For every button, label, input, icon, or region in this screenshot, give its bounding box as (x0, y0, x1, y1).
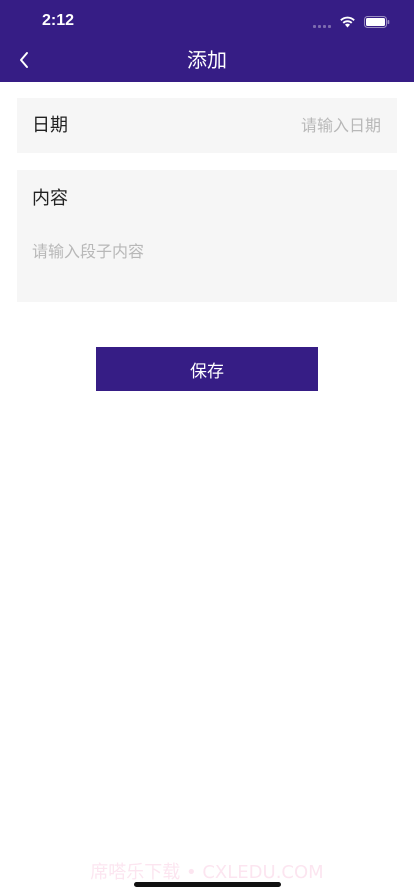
date-field-card: 日期 (17, 98, 397, 153)
wifi-icon (339, 16, 356, 28)
content-field-card: 内容 (17, 170, 397, 302)
home-indicator[interactable] (134, 882, 281, 887)
add-screen: 2:12 添加 日期 请输入日期 内容 请输入段子内容 保存 席嗒乐下载 • C… (0, 0, 414, 896)
date-input[interactable] (181, 110, 381, 140)
cellular-signal-icon (313, 16, 331, 28)
content-input[interactable] (32, 238, 382, 294)
status-icons (313, 14, 390, 30)
header-bar: 2:12 添加 (0, 0, 414, 82)
date-label: 日期 (32, 115, 68, 136)
content-label: 内容 (32, 188, 68, 209)
watermark-text: 席嗒乐下载 • CXLEDU.COM (90, 862, 324, 883)
battery-icon (364, 16, 390, 28)
save-button[interactable]: 保存 (96, 347, 318, 391)
page-title: 添加 (187, 48, 227, 72)
status-time: 2:12 (42, 12, 75, 29)
